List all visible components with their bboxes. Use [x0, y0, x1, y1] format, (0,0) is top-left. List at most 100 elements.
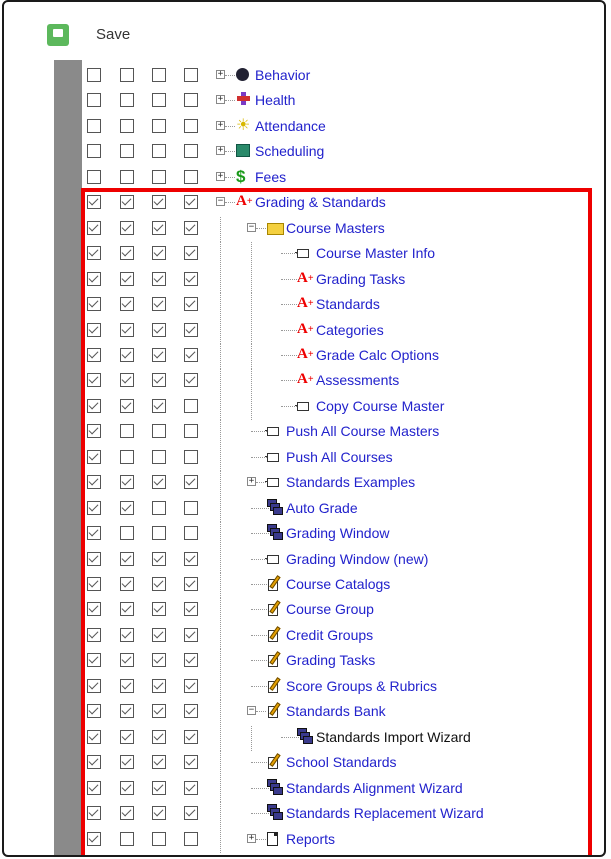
- permission-checkbox[interactable]: [184, 144, 198, 159]
- permission-checkbox[interactable]: [120, 322, 134, 337]
- permission-checkbox[interactable]: [152, 678, 166, 693]
- permission-checkbox[interactable]: [120, 118, 134, 133]
- tree-item-link[interactable]: Course Masters: [286, 220, 385, 236]
- permission-checkbox[interactable]: [87, 373, 101, 388]
- permission-checkbox[interactable]: [184, 704, 198, 719]
- permission-checkbox[interactable]: [87, 424, 101, 439]
- permission-checkbox[interactable]: [184, 347, 198, 362]
- permission-checkbox[interactable]: [87, 500, 101, 515]
- tree-item-link[interactable]: Reports: [286, 831, 335, 847]
- permission-checkbox[interactable]: [152, 602, 166, 617]
- permission-checkbox[interactable]: [152, 704, 166, 719]
- permission-checkbox[interactable]: [120, 220, 134, 235]
- tree-item-link[interactable]: Course Catalogs: [286, 576, 390, 592]
- expand-toggle-icon[interactable]: +: [216, 146, 225, 156]
- permission-checkbox[interactable]: [120, 398, 134, 413]
- permission-checkbox[interactable]: [152, 398, 166, 413]
- permission-checkbox[interactable]: [120, 195, 134, 210]
- permission-checkbox[interactable]: [184, 195, 198, 210]
- permission-checkbox[interactable]: [152, 831, 166, 846]
- tree-item-link[interactable]: Push All Course Masters: [286, 423, 439, 439]
- permission-checkbox[interactable]: [120, 704, 134, 719]
- permission-checkbox[interactable]: [184, 577, 198, 591]
- tree-item-link[interactable]: Course Group: [286, 601, 374, 617]
- expand-toggle-icon[interactable]: +: [216, 70, 225, 79]
- permission-checkbox[interactable]: [120, 755, 134, 770]
- permission-checkbox[interactable]: [152, 475, 166, 490]
- permission-checkbox[interactable]: [152, 526, 166, 541]
- tree-item-link[interactable]: School Standards: [286, 754, 397, 770]
- permission-checkbox[interactable]: [184, 398, 198, 413]
- permission-checkbox[interactable]: [184, 68, 198, 82]
- permission-checkbox[interactable]: [87, 118, 101, 133]
- tree-item-link[interactable]: Behavior: [255, 67, 310, 83]
- permission-checkbox[interactable]: [152, 347, 166, 362]
- permission-checkbox[interactable]: [152, 195, 166, 210]
- permission-checkbox[interactable]: [184, 729, 198, 744]
- permission-checkbox[interactable]: [120, 475, 134, 490]
- permission-checkbox[interactable]: [152, 322, 166, 337]
- permission-checkbox[interactable]: [120, 780, 134, 795]
- tree-item-link[interactable]: Course Master Info: [316, 245, 435, 261]
- permission-checkbox[interactable]: [87, 678, 101, 693]
- permission-checkbox[interactable]: [87, 526, 101, 541]
- permission-checkbox[interactable]: [184, 551, 198, 566]
- permission-checkbox[interactable]: [120, 347, 134, 362]
- permission-checkbox[interactable]: [120, 271, 134, 286]
- permission-checkbox[interactable]: [87, 551, 101, 566]
- permission-checkbox[interactable]: [152, 500, 166, 515]
- permission-checkbox[interactable]: [87, 93, 101, 108]
- permission-checkbox[interactable]: [152, 729, 166, 744]
- permission-checkbox[interactable]: [120, 577, 134, 591]
- permission-checkbox[interactable]: [87, 780, 101, 795]
- permission-checkbox[interactable]: [152, 271, 166, 286]
- permission-checkbox[interactable]: [87, 806, 101, 821]
- permission-checkbox[interactable]: [120, 424, 134, 439]
- tree-item-link[interactable]: Push All Courses: [286, 449, 393, 465]
- expand-toggle-icon[interactable]: +: [216, 120, 225, 130]
- permission-checkbox[interactable]: [120, 246, 134, 261]
- permission-checkbox[interactable]: [120, 68, 134, 82]
- save-button[interactable]: Save: [96, 26, 130, 43]
- permission-checkbox[interactable]: [152, 424, 166, 439]
- permission-checkbox[interactable]: [152, 68, 166, 82]
- permission-checkbox[interactable]: [87, 195, 101, 210]
- permission-checkbox[interactable]: [120, 653, 134, 668]
- permission-checkbox[interactable]: [184, 678, 198, 693]
- expand-toggle-icon[interactable]: −: [216, 197, 225, 207]
- save-icon[interactable]: [47, 24, 69, 46]
- permission-checkbox[interactable]: [120, 144, 134, 159]
- permission-checkbox[interactable]: [120, 831, 134, 846]
- permission-checkbox[interactable]: [184, 169, 198, 184]
- permission-checkbox[interactable]: [184, 831, 198, 846]
- permission-checkbox[interactable]: [184, 322, 198, 337]
- tree-item-link[interactable]: Grade Calc Options: [316, 347, 439, 363]
- permission-checkbox[interactable]: [152, 806, 166, 821]
- expand-toggle-icon[interactable]: +: [247, 477, 256, 487]
- permission-checkbox[interactable]: [87, 627, 101, 642]
- permission-checkbox[interactable]: [184, 602, 198, 617]
- permission-checkbox[interactable]: [120, 602, 134, 617]
- permission-checkbox[interactable]: [87, 144, 101, 159]
- permission-checkbox[interactable]: [152, 627, 166, 642]
- permission-checkbox[interactable]: [87, 729, 101, 744]
- tree-item-link[interactable]: Auto Grade: [286, 500, 358, 516]
- permission-checkbox[interactable]: [87, 246, 101, 261]
- tree-item-link[interactable]: Attendance: [255, 118, 326, 134]
- tree-item-link[interactable]: Grading Window: [286, 525, 390, 541]
- permission-checkbox[interactable]: [184, 118, 198, 133]
- permission-checkbox[interactable]: [152, 449, 166, 464]
- tree-item-link[interactable]: Standards Import Wizard: [316, 729, 471, 745]
- tree-item-link[interactable]: Standards Alignment Wizard: [286, 780, 463, 796]
- permission-checkbox[interactable]: [184, 449, 198, 464]
- permission-checkbox[interactable]: [87, 653, 101, 668]
- tree-item-link[interactable]: Grading Tasks: [286, 652, 375, 668]
- permission-checkbox[interactable]: [152, 118, 166, 133]
- permission-checkbox[interactable]: [184, 93, 198, 108]
- tree-item-link[interactable]: Grading & Standards: [255, 194, 386, 210]
- tree-item-link[interactable]: Credit Groups: [286, 627, 373, 643]
- permission-checkbox[interactable]: [184, 246, 198, 261]
- permission-checkbox[interactable]: [152, 755, 166, 770]
- permission-checkbox[interactable]: [184, 755, 198, 770]
- permission-checkbox[interactable]: [152, 373, 166, 388]
